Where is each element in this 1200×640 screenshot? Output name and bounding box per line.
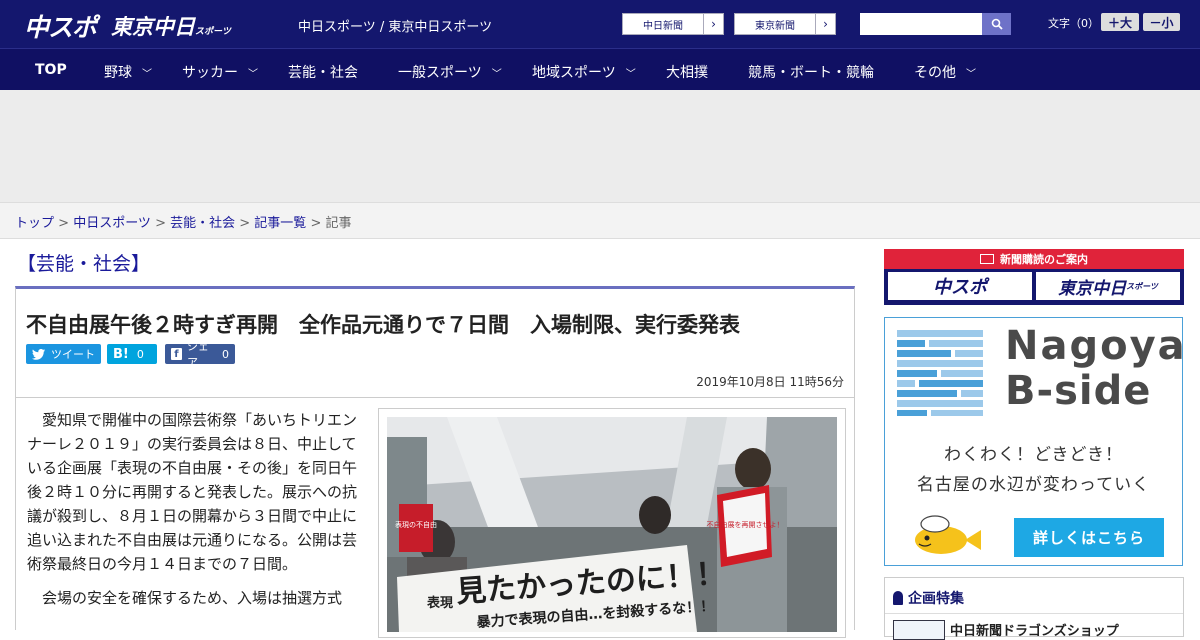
chunichi-shimbun-link[interactable]: 中日新聞 › xyxy=(622,13,724,35)
share-label: シェア xyxy=(186,340,209,369)
nav-sumo-label: 大相撲 xyxy=(666,65,708,81)
newspaper-icon xyxy=(980,254,994,264)
chevron-right-icon: › xyxy=(703,14,723,34)
section-title: 【芸能・社会】 xyxy=(17,253,151,275)
bside-title-2: B-side xyxy=(1005,368,1152,414)
nav-others-label: その他 xyxy=(914,65,956,81)
share-count: 0 xyxy=(222,347,229,361)
feature-thumbnail[interactable] xyxy=(893,620,945,640)
search-icon xyxy=(991,18,1003,30)
chunichi-shimbun-label: 中日新聞 xyxy=(643,20,683,32)
breadcrumb-entertainment[interactable]: 芸能・社会 xyxy=(170,216,235,231)
hatena-b-icon: B! xyxy=(113,346,129,362)
ad-space xyxy=(0,90,1200,202)
tokyo-shimbun-link[interactable]: 東京新聞 › xyxy=(734,13,836,35)
article-photo[interactable]: 表現の不自由 不自由展を再開させよ！ 表現 見たかったのに！！ 暴力で表現の自由… xyxy=(387,417,837,632)
breadcrumb-separator: > xyxy=(306,216,326,231)
feature-heading: 企画特集 xyxy=(893,588,964,608)
subscription-head-label: 新聞購読のご案内 xyxy=(1000,253,1088,266)
nav-general-sports-label: 一般スポーツ xyxy=(398,65,482,81)
facebook-share-button[interactable]: f シェア 0 xyxy=(165,340,235,369)
article-paragraph: 会場の安全を確保するため、入場は抽選方式 xyxy=(42,589,343,607)
article-photo-frame: 表現の不自由 不自由展を再開させよ！ 表現 見たかったのに！！ 暴力で表現の自由… xyxy=(378,408,846,638)
subscription-tokyo-chunichi-label: 東京中日 xyxy=(1058,278,1127,299)
facebook-icon: f xyxy=(171,348,182,360)
nav-baseball[interactable]: 野球 ﹀ xyxy=(104,62,152,82)
subscription-banner[interactable]: 新聞購読のご案内 中スポ 東京中日 スポーツ xyxy=(884,249,1184,305)
chevron-down-icon: ﹀ xyxy=(142,68,152,80)
main-nav: TOP 野球 ﹀ サッカー ﹀ 芸能・社会 一般スポーツ ﹀ 地域スポーツ ﹀ 大相撲 … xyxy=(0,48,1200,90)
hatena-count: 0 xyxy=(136,347,144,361)
nav-general-sports[interactable]: 一般スポーツ ﹀ xyxy=(398,62,502,82)
tweet-button[interactable]: ツイート xyxy=(26,344,101,364)
photo-sign-left: 表現 xyxy=(426,595,453,611)
breadcrumb-separator: > xyxy=(235,216,255,231)
font-larger-button[interactable]: ＋大 xyxy=(1101,13,1139,31)
tokyo-chunichi-logo-text: 東京中日 xyxy=(111,15,195,39)
article-date: 2019年10月8日 11時56分 xyxy=(696,375,844,389)
subscription-head: 新聞購読のご案内 xyxy=(884,249,1184,269)
nav-baseball-label: 野球 xyxy=(104,65,132,81)
nav-sumo[interactable]: 大相撲 xyxy=(666,62,708,82)
nav-local-sports-label: 地域スポーツ xyxy=(532,65,616,81)
tokyo-chunichi-logo-sub: スポーツ xyxy=(195,27,231,37)
nav-top-label: TOP xyxy=(35,62,67,78)
breadcrumb-current: 記事 xyxy=(325,216,352,231)
subscription-tokyo-chunichi: 東京中日 スポーツ xyxy=(1036,272,1180,300)
breadcrumb-chunichi-sports[interactable]: 中日スポーツ xyxy=(73,216,151,231)
twitter-icon xyxy=(32,348,45,360)
chevron-down-icon: ﹀ xyxy=(248,68,258,80)
search-input[interactable] xyxy=(860,13,982,35)
site-links[interactable]: 中日スポーツ / 東京中日スポーツ xyxy=(298,16,492,35)
bside-logo-bricks xyxy=(897,330,983,416)
chevron-down-icon: ﹀ xyxy=(491,68,502,80)
chuspo-logo[interactable]: 中スポ xyxy=(24,8,97,44)
bside-details-button[interactable]: 詳しくはこちら xyxy=(1014,518,1164,557)
feature-heading-label: 企画特集 xyxy=(908,591,964,607)
font-smaller-button[interactable]: －小 xyxy=(1143,13,1180,31)
bside-copy-1: わくわく！どきどき！ xyxy=(944,445,1123,465)
article-body: 愛知県で開催中の国際芸術祭「あいちトリエンナーレ２０１９」の実行委員会は８日、中… xyxy=(15,398,855,638)
nav-entertainment-label: 芸能・社会 xyxy=(288,65,358,81)
bside-title-1: Nagoya xyxy=(1005,323,1187,369)
tokyo-shimbun-label: 東京新聞 xyxy=(755,20,795,32)
article-header: 不自由展午後２時すぎ再開 全作品元通りで７日間 入場制限、実行委発表 ツイート … xyxy=(15,286,855,398)
protest-photo-illustration: 表現の不自由 不自由展を再開させよ！ 表現 見たかったのに！！ 暴力で表現の自由… xyxy=(387,417,837,632)
fish-mascot-icon xyxy=(915,515,981,554)
chevron-down-icon: ﹀ xyxy=(966,68,976,80)
breadcrumb-top[interactable]: トップ xyxy=(15,216,54,231)
article-text: 愛知県で開催中の国際芸術祭「あいちトリエンナーレ２０１９」の実行委員会は８日、中… xyxy=(27,408,367,620)
article-headline: 不自由展午後２時すぎ再開 全作品元通りで７日間 入場制限、実行委発表 xyxy=(26,313,740,337)
nav-racing[interactable]: 競馬・ボート・競輪 xyxy=(748,62,874,82)
breadcrumb-separator: > xyxy=(54,216,74,231)
breadcrumb-article-list[interactable]: 記事一覧 xyxy=(254,216,306,231)
feature-divider xyxy=(885,613,1183,614)
tweet-label: ツイート xyxy=(51,348,95,361)
chevron-right-icon: › xyxy=(815,14,835,34)
photo-sign-right: 不自由展を再開させよ！ xyxy=(707,520,784,529)
subscription-chuspo: 中スポ xyxy=(888,272,1032,300)
breadcrumb: トップ > 中日スポーツ > 芸能・社会 > 記事一覧 > 記事 xyxy=(0,202,1200,239)
search-button[interactable] xyxy=(982,13,1011,35)
nav-entertainment[interactable]: 芸能・社会 xyxy=(288,62,358,82)
nav-soccer[interactable]: サッカー ﹀ xyxy=(182,62,258,82)
font-size-label: 文字（0） xyxy=(1048,17,1099,30)
photo-sign-red: 表現の不自由 xyxy=(395,520,437,529)
nav-others[interactable]: その他 ﹀ xyxy=(914,62,976,82)
nav-top[interactable]: TOP xyxy=(35,62,67,78)
subscription-tokyo-chunichi-sub: スポーツ xyxy=(1126,281,1158,291)
nav-local-sports[interactable]: 地域スポーツ ﹀ xyxy=(532,62,636,82)
bside-copy-2: 名古屋の水辺が変わっていく xyxy=(916,475,1151,495)
nav-racing-label: 競馬・ボート・競輪 xyxy=(748,65,874,81)
hatena-bookmark-button[interactable]: B! 0 xyxy=(107,344,157,364)
feature-box: 企画特集 中日新聞ドラゴンズショップ xyxy=(884,577,1184,640)
article-paragraph: 愛知県で開催中の国際芸術祭「あいちトリエンナーレ２０１９」の実行委員会は８日、中… xyxy=(27,411,358,573)
tokyo-chunichi-logo[interactable]: 東京中日スポーツ xyxy=(111,11,231,41)
chevron-down-icon: ﹀ xyxy=(625,68,636,80)
nagoya-bside-ad[interactable]: Nagoya B-side わくわく！どきどき！ 名古屋の水辺が変わっていく 詳… xyxy=(884,317,1185,566)
nav-soccer-label: サッカー xyxy=(182,65,238,81)
ribbon-icon xyxy=(893,591,903,605)
breadcrumb-separator: > xyxy=(150,216,171,231)
site-header: 中スポ 東京中日スポーツ 中日スポーツ / 東京中日スポーツ 中日新聞 › 東京… xyxy=(0,0,1200,48)
